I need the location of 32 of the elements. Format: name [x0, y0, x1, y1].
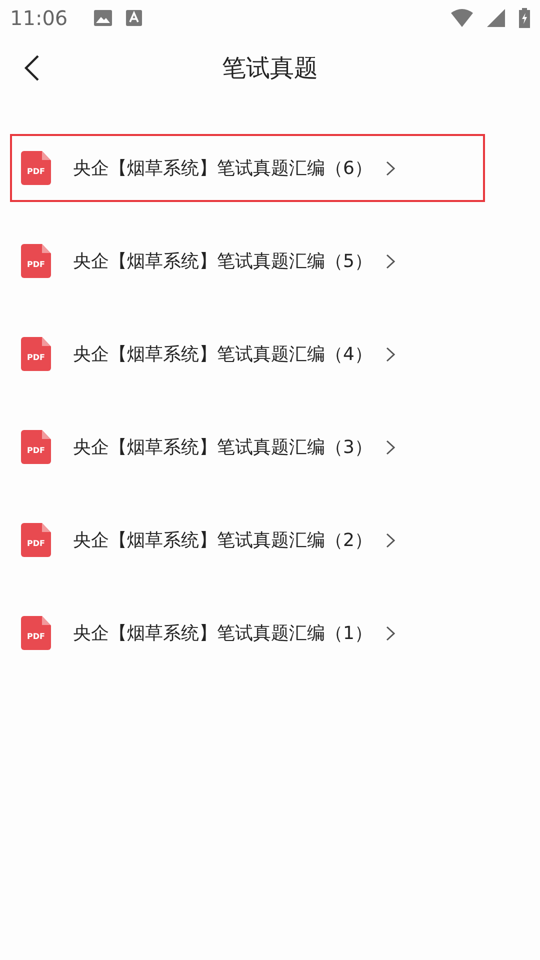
file-item[interactable]: PDF 央企【烟草系统】笔试真题汇编（1） — [10, 599, 485, 667]
chevron-right-icon — [386, 346, 396, 362]
image-icon — [94, 10, 112, 26]
page-title: 笔试真题 — [222, 53, 318, 84]
pdf-file-icon: PDF — [21, 430, 51, 464]
chevron-right-icon — [386, 254, 396, 268]
file-item[interactable]: PDF 央企【烟草系统】笔试真题汇编（3） — [10, 413, 485, 481]
file-name: 央企【烟草系统】笔试真题汇编（1） — [73, 622, 372, 645]
chevron-right-icon — [386, 160, 396, 176]
chevron-right-icon — [386, 532, 396, 548]
status-time: 11:06 — [10, 6, 68, 30]
signal-icon — [487, 9, 505, 27]
pdf-file-icon: PDF — [21, 616, 51, 650]
file-item[interactable]: PDF 央企【烟草系统】笔试真题汇编（2） — [10, 506, 485, 574]
file-name: 央企【烟草系统】笔试真题汇编（2） — [73, 529, 372, 552]
file-item[interactable]: PDF 央企【烟草系统】笔试真题汇编（5） — [10, 227, 485, 295]
pdf-file-icon: PDF — [21, 337, 51, 371]
chevron-right-icon — [386, 440, 396, 454]
file-name: 央企【烟草系统】笔试真题汇编（5） — [73, 250, 372, 273]
battery-icon — [519, 8, 530, 28]
font-icon — [126, 10, 142, 26]
chevron-right-icon — [386, 626, 396, 640]
file-name: 央企【烟草系统】笔试真题汇编（3） — [73, 436, 372, 459]
file-name: 央企【烟草系统】笔试真题汇编（4） — [73, 343, 372, 366]
back-icon[interactable] — [24, 54, 40, 82]
file-name: 央企【烟草系统】笔试真题汇编（6） — [73, 157, 372, 180]
pdf-file-icon: PDF — [21, 151, 51, 185]
file-item[interactable]: PDF 央企【烟草系统】笔试真题汇编（4） — [10, 320, 485, 388]
pdf-file-icon: PDF — [21, 244, 51, 278]
pdf-file-icon: PDF — [21, 523, 51, 557]
wifi-icon — [451, 9, 473, 27]
file-item[interactable]: PDF 央企【烟草系统】笔试真题汇编（6） — [10, 134, 485, 202]
